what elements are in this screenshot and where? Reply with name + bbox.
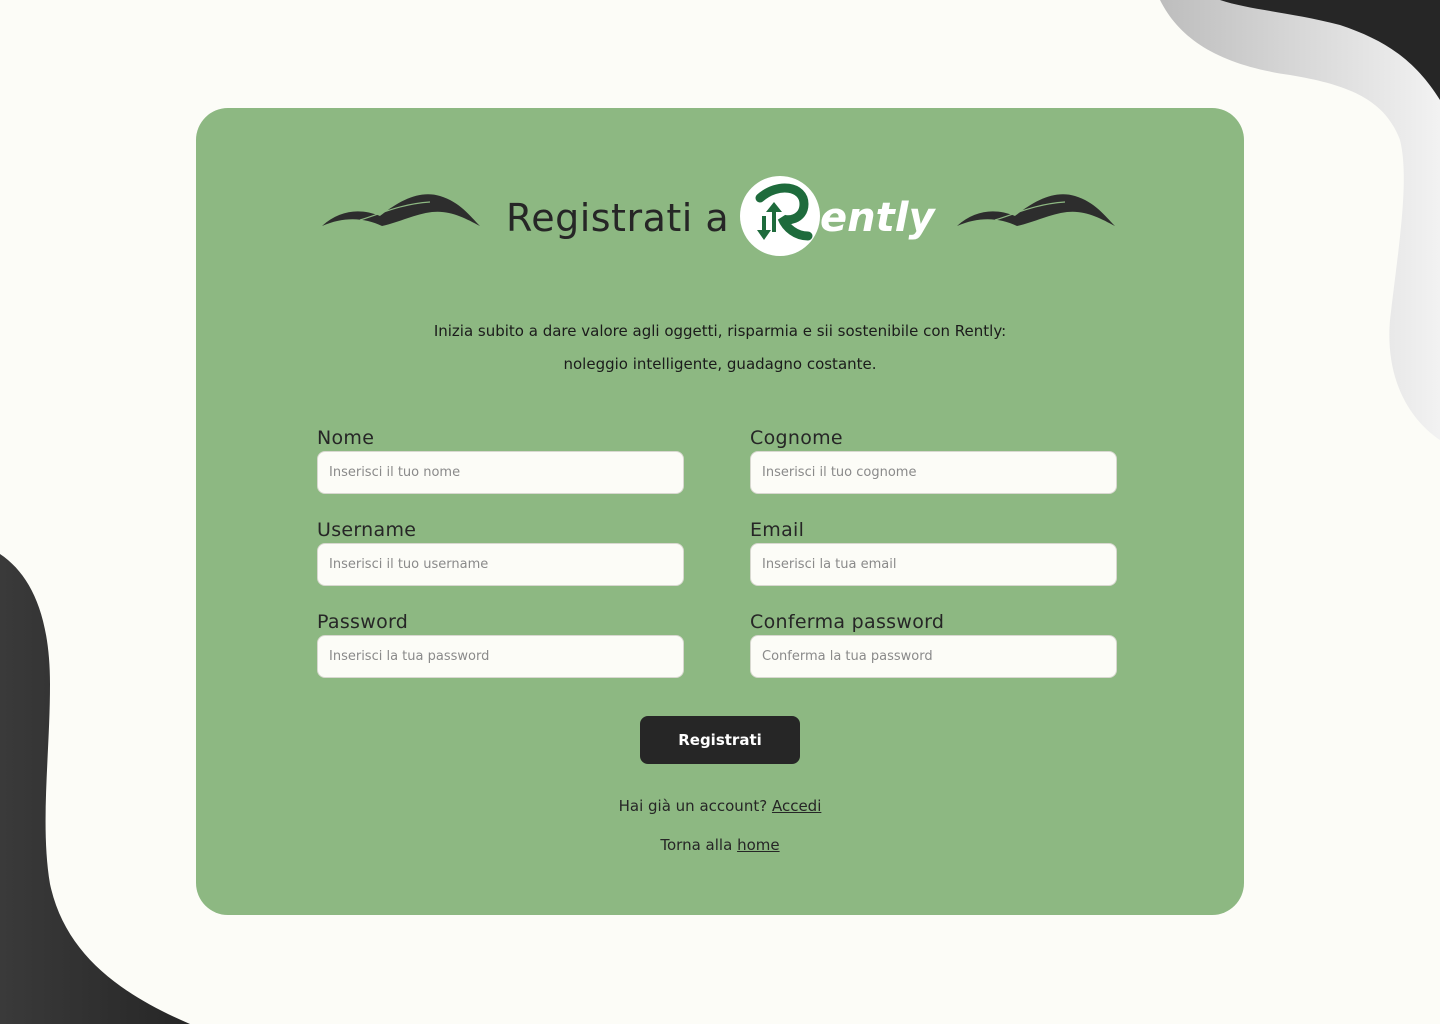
last-name-label: Cognome bbox=[750, 427, 843, 449]
wave-decoration-icon bbox=[322, 194, 480, 226]
confirm-password-field: Conferma password bbox=[750, 609, 1117, 678]
login-link[interactable]: Accedi bbox=[772, 797, 821, 815]
confirm-password-input[interactable] bbox=[750, 635, 1117, 678]
register-button[interactable]: Registrati bbox=[640, 716, 800, 764]
login-prompt-text: Hai già un account? bbox=[618, 797, 768, 815]
password-input[interactable] bbox=[317, 635, 684, 678]
page-title: Registrati a bbox=[506, 196, 730, 240]
wave-decoration-icon bbox=[957, 194, 1115, 226]
home-link[interactable]: home bbox=[737, 836, 780, 854]
last-name-input[interactable] bbox=[750, 451, 1117, 494]
first-name-input[interactable] bbox=[317, 451, 684, 494]
email-field: Email bbox=[750, 517, 1117, 586]
home-prompt-line: Torna alla home bbox=[196, 836, 1244, 854]
home-prompt-text: Torna alla bbox=[660, 836, 733, 854]
username-field: Username bbox=[317, 517, 684, 586]
username-label: Username bbox=[317, 519, 417, 541]
email-input[interactable] bbox=[750, 543, 1117, 586]
login-prompt-line: Hai già un account? Accedi bbox=[196, 797, 1244, 815]
intro-text-line2: noleggio intelligente, guadagno costante… bbox=[563, 355, 877, 373]
confirm-password-label: Conferma password bbox=[750, 611, 945, 633]
background-shape-bottom-left bbox=[0, 554, 190, 1024]
email-label: Email bbox=[750, 519, 805, 541]
rently-logo-icon bbox=[740, 176, 820, 256]
username-input[interactable] bbox=[317, 543, 684, 586]
password-field: Password bbox=[317, 609, 684, 678]
intro-text-line1: Inizia subito a dare valore agli oggetti… bbox=[433, 322, 1007, 340]
last-name-field: Cognome bbox=[750, 425, 1117, 494]
logo-wordmark: ently bbox=[820, 195, 935, 241]
password-label: Password bbox=[317, 611, 409, 633]
first-name-label: Nome bbox=[317, 427, 375, 449]
first-name-field: Nome bbox=[317, 425, 684, 494]
